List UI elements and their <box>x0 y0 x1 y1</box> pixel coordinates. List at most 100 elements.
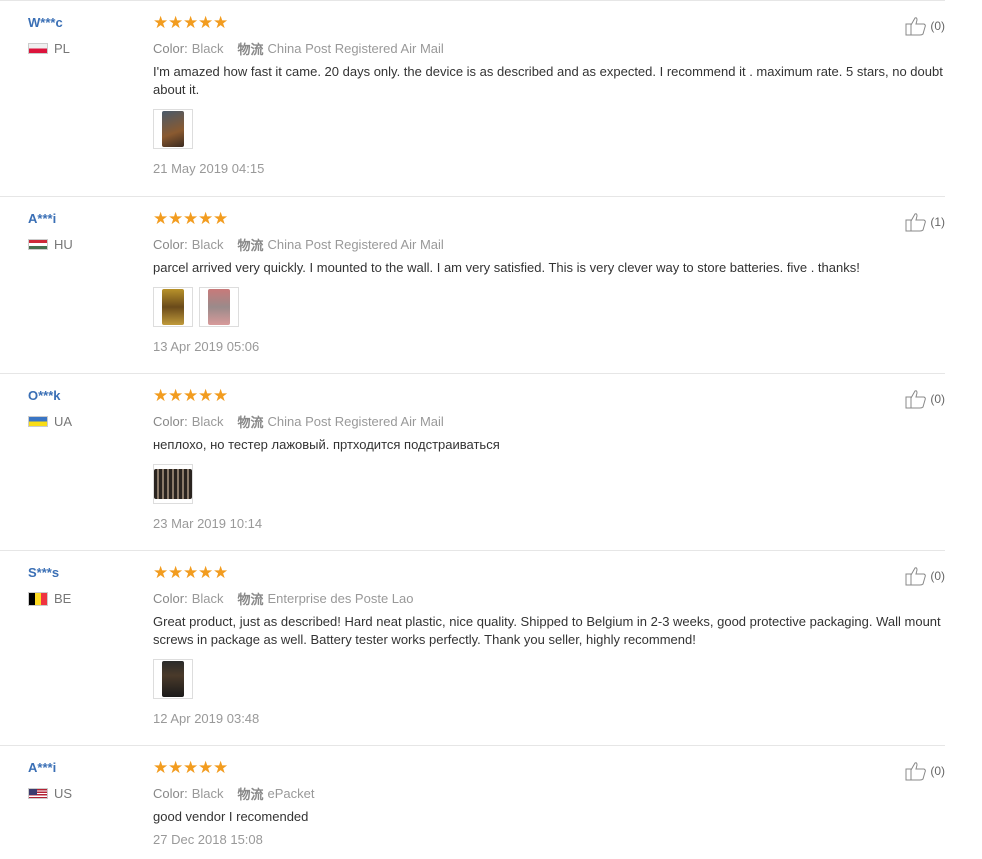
country-code: HU <box>54 237 73 252</box>
star-icon: ★ <box>183 209 199 228</box>
review-content: ★ ★ ★ ★ ★ Color: Black 物流 China Post Registe… <box>153 209 953 354</box>
review-meta: Color: Black 物流 China Post Registered Ai… <box>153 235 953 253</box>
country-code: BE <box>54 591 72 606</box>
color-value: Black <box>191 413 224 429</box>
color-value: Black <box>191 785 224 801</box>
review-content: ★ ★ ★ ★ ★ Color: Black 物流 Enterprise des Pos… <box>153 563 953 726</box>
star-icon: ★ <box>168 758 184 777</box>
color-label: Color: <box>153 413 188 429</box>
star-icon: ★ <box>213 563 229 582</box>
flag-hu-icon <box>28 239 48 250</box>
star-rating: ★ ★ ★ ★ ★ <box>153 13 953 32</box>
star-rating: ★ ★ ★ ★ ★ <box>153 563 953 582</box>
star-icon: ★ <box>153 13 169 32</box>
star-icon: ★ <box>168 386 184 405</box>
review-item: W***c PL ★ ★ ★ ★ ★ Color: Black 物流 China Pos… <box>0 1 945 197</box>
review-photos <box>153 659 953 699</box>
review-content: ★ ★ ★ ★ ★ Color: Black 物流 China Post Registe… <box>153 13 953 176</box>
star-icon: ★ <box>198 758 214 777</box>
star-icon: ★ <box>183 386 199 405</box>
star-rating: ★ ★ ★ ★ ★ <box>153 758 953 777</box>
star-icon: ★ <box>183 758 199 777</box>
reviewer-name[interactable]: W***c <box>28 15 70 33</box>
reviewer-info: A***i HU <box>28 211 73 252</box>
review-photos <box>153 287 953 327</box>
color-value: Black <box>191 236 224 252</box>
helpful-button[interactable]: (0) <box>905 566 945 586</box>
review-text: неплохо, но тестер лажовый. пртходится п… <box>153 437 500 452</box>
shipping-value: China Post Registered Air Mail <box>267 413 444 429</box>
thumbs-up-icon <box>905 567 927 586</box>
reviewer-name[interactable]: A***i <box>28 211 73 229</box>
star-icon: ★ <box>153 386 169 405</box>
star-icon: ★ <box>213 13 229 32</box>
star-icon: ★ <box>198 386 214 405</box>
reviewer-info: W***c PL <box>28 15 70 56</box>
flag-pl-icon <box>28 43 48 54</box>
color-value: Black <box>191 40 224 56</box>
reviewer-info: A***i US <box>28 760 72 801</box>
reviewer-name[interactable]: O***k <box>28 388 72 406</box>
thumbs-up-icon <box>905 390 927 409</box>
helpful-count: (1) <box>930 215 945 229</box>
helpful-count: (0) <box>930 392 945 406</box>
review-meta: Color: Black 物流 Enterprise des Poste Lao <box>153 589 953 607</box>
helpful-count: (0) <box>930 764 945 778</box>
review-meta: Color: Black 物流 China Post Registered Ai… <box>153 39 953 57</box>
star-icon: ★ <box>198 563 214 582</box>
color-label: Color: <box>153 40 188 56</box>
review-item: O***k UA ★ ★ ★ ★ ★ Color: Black 物流 China Pos… <box>0 374 945 551</box>
helpful-button[interactable]: (0) <box>905 761 945 781</box>
helpful-button[interactable]: (0) <box>905 389 945 409</box>
review-date: 23 Mar 2019 10:14 <box>153 516 263 531</box>
review-photo[interactable] <box>153 109 193 149</box>
review-text: I'm amazed how fast it came. 20 days onl… <box>153 64 943 97</box>
star-icon: ★ <box>168 209 184 228</box>
thumbs-up-icon <box>905 762 927 781</box>
shipping-value: China Post Registered Air Mail <box>267 236 444 252</box>
star-icon: ★ <box>168 13 184 32</box>
star-icon: ★ <box>183 563 199 582</box>
flag-be-icon <box>28 591 48 606</box>
color-label: Color: <box>153 590 188 606</box>
shipping-label: 物流 <box>237 786 264 802</box>
review-photos <box>153 464 953 504</box>
reviewer-name[interactable]: S***s <box>28 565 71 583</box>
shipping-value: China Post Registered Air Mail <box>267 40 444 56</box>
reviewer-country: BE <box>28 591 71 606</box>
review-photo[interactable] <box>199 287 239 327</box>
star-icon: ★ <box>153 563 169 582</box>
review-photo[interactable] <box>153 659 193 699</box>
review-text: parcel arrived very quickly. I mounted t… <box>153 260 860 275</box>
star-icon: ★ <box>213 386 229 405</box>
flag-us-icon <box>28 788 48 799</box>
reviewer-info: S***s BE <box>28 565 71 606</box>
star-icon: ★ <box>198 13 214 32</box>
review-date: 13 Apr 2019 05:06 <box>153 339 260 354</box>
star-rating: ★ ★ ★ ★ ★ <box>153 209 953 228</box>
country-code: US <box>54 786 73 801</box>
review-item: A***i US ★ ★ ★ ★ ★ Color: Black 物流 ePacket g… <box>0 746 945 859</box>
helpful-button[interactable]: (0) <box>905 16 945 36</box>
thumbs-up-icon <box>905 213 927 232</box>
review-item: S***s BE ★ ★ ★ ★ ★ Color: Black 物流 Enterpris… <box>0 551 945 746</box>
helpful-button[interactable]: (1) <box>905 212 945 232</box>
reviewer-name[interactable]: A***i <box>28 760 72 778</box>
reviewer-country: PL <box>28 41 70 56</box>
shipping-label: 物流 <box>237 237 264 253</box>
review-photos <box>153 109 953 149</box>
shipping-value: ePacket <box>267 785 315 801</box>
review-photo[interactable] <box>153 287 193 327</box>
color-value: Black <box>191 590 224 606</box>
review-photo[interactable] <box>153 464 193 504</box>
star-icon: ★ <box>168 563 184 582</box>
shipping-label: 物流 <box>237 414 264 430</box>
shipping-label: 物流 <box>237 41 264 57</box>
reviewer-info: O***k UA <box>28 388 72 429</box>
star-icon: ★ <box>183 13 199 32</box>
star-icon: ★ <box>153 209 169 228</box>
shipping-value: Enterprise des Poste Lao <box>267 590 414 606</box>
reviewer-country: US <box>28 786 72 801</box>
helpful-count: (0) <box>930 19 945 33</box>
thumbs-up-icon <box>905 17 927 36</box>
